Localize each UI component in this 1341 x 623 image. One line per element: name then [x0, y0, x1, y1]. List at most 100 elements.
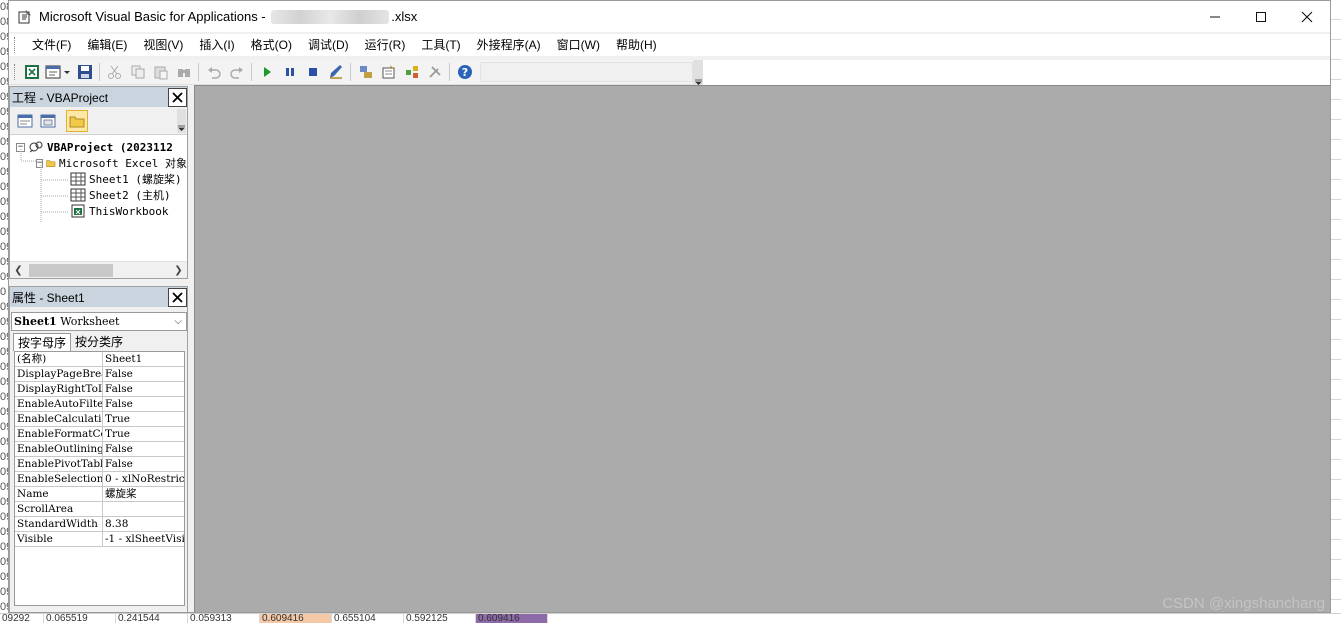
collapse-toggle[interactable]: − — [16, 142, 25, 152]
window-title-suffix: .xlsx — [391, 8, 418, 24]
tree-item-sheet1[interactable]: Sheet1 (螺旋桨) — [10, 171, 187, 187]
property-name: DisplayRightToLeft — [15, 382, 103, 396]
redo-button[interactable] — [225, 61, 248, 83]
property-row[interactable]: EnableCalculationTrue — [15, 412, 184, 427]
property-row[interactable]: EnableAutoFilter False — [15, 397, 184, 412]
object-browser-button[interactable] — [400, 61, 423, 83]
property-row[interactable]: Visible-1 - xlSheetVisible — [15, 532, 184, 547]
object-selector-value: Sheet1 Worksheet — [14, 315, 119, 328]
folder-icon — [69, 116, 85, 127]
property-value[interactable]: True — [103, 427, 184, 441]
property-row[interactable]: EnableSelection0 - xlNoRestrictions — [15, 472, 184, 487]
cut-icon — [107, 65, 121, 79]
property-name: DisplayPageBreaks — [17, 367, 103, 381]
property-value[interactable]: False — [103, 367, 184, 381]
tree-item-sheet2[interactable]: Sheet2 (主机) — [10, 187, 187, 203]
view-excel-button[interactable] — [20, 61, 43, 83]
tree-root-vbaproject[interactable]: − VBAProject (2023112 — [10, 139, 187, 155]
minimize-button[interactable] — [1192, 1, 1238, 32]
property-value[interactable]: True — [103, 412, 184, 426]
toolbox-button[interactable] — [423, 61, 446, 83]
property-row[interactable]: EnableFormatConditionsCalculationTrue — [15, 427, 184, 442]
run-button[interactable] — [255, 61, 278, 83]
property-value[interactable]: False — [103, 382, 184, 396]
property-value[interactable]: 8.38 — [103, 517, 184, 531]
project-panel-close-button[interactable] — [168, 87, 187, 107]
menu-addins[interactable]: 外接程序(A) — [469, 35, 549, 55]
menubar-grip[interactable] — [14, 37, 18, 53]
view-object-button[interactable] — [37, 110, 59, 132]
properties-panel: 属性 - Sheet1 Sheet1 Worksheet ⌵ 按字母序 按分类序… — [9, 286, 188, 612]
menu-run[interactable]: 运行(R) — [357, 35, 414, 55]
menu-edit[interactable]: 编辑(E) — [79, 35, 135, 55]
property-row[interactable]: DisplayRightToLeftFalse — [15, 382, 184, 397]
tree-item-thisworkbook[interactable]: ThisWorkbook — [10, 203, 187, 219]
property-value[interactable]: 螺旋桨 — [103, 487, 184, 501]
object-selector-dropdown[interactable]: Sheet1 Worksheet ⌵ — [11, 312, 187, 331]
maximize-button[interactable] — [1238, 1, 1284, 32]
menu-format[interactable]: 格式(O) — [243, 35, 300, 55]
project-horizontal-scrollbar[interactable]: ❮ ❯ — [10, 261, 187, 278]
scrollbar-thumb[interactable] — [29, 263, 113, 277]
insert-userform-icon — [45, 65, 70, 79]
collapse-toggle[interactable]: − — [36, 158, 44, 168]
menu-debug[interactable]: 调试(D) — [300, 35, 357, 55]
copy-icon — [131, 65, 144, 79]
break-button[interactable] — [278, 61, 301, 83]
properties-panel-header[interactable]: 属性 - Sheet1 — [10, 287, 187, 307]
find-button[interactable] — [172, 61, 195, 83]
property-row[interactable]: StandardWidth 8.38 — [15, 517, 184, 532]
toggle-folders-button[interactable] — [66, 109, 88, 132]
property-value[interactable]: False — [103, 397, 184, 411]
property-value[interactable] — [103, 502, 184, 516]
property-value[interactable]: False — [103, 442, 184, 456]
property-value[interactable]: Sheet1 — [103, 352, 184, 366]
toolbar-grip[interactable] — [14, 64, 18, 80]
tab-alphabetic[interactable]: 按字母序 — [13, 333, 72, 351]
toolbar-options-button[interactable] — [693, 59, 703, 85]
property-row[interactable]: Name 螺旋桨 — [15, 487, 184, 502]
menu-help[interactable]: 帮助(H) — [608, 35, 665, 55]
menu-insert[interactable]: 插入(I) — [191, 35, 242, 55]
property-row[interactable]: EnablePivotTable False — [15, 457, 184, 472]
project-explorer-button[interactable] — [354, 61, 377, 83]
insert-userform-button[interactable] — [43, 61, 73, 83]
property-row[interactable]: EnableOutlining False — [15, 442, 184, 457]
scroll-left-arrow-icon[interactable]: ❮ — [10, 265, 27, 276]
property-name: ScrollArea — [15, 502, 103, 516]
view-code-button[interactable] — [14, 110, 36, 132]
menu-tools[interactable]: 工具(T) — [413, 35, 468, 55]
title-bar[interactable]: Microsoft Visual Basic for Applications … — [9, 1, 1330, 32]
property-row[interactable]: (名称) Sheet1 — [15, 352, 184, 367]
redo-icon — [229, 67, 243, 79]
undo-button[interactable] — [202, 61, 225, 83]
code-workspace[interactable] — [194, 85, 1330, 612]
menu-view[interactable]: 视图(V) — [135, 35, 191, 55]
copy-button[interactable] — [126, 61, 149, 83]
reset-button[interactable] — [301, 61, 324, 83]
paste-button[interactable] — [149, 61, 172, 83]
project-panel-header[interactable]: 工程 - VBAProject — [10, 87, 187, 107]
property-value[interactable]: False — [103, 457, 184, 471]
property-row[interactable]: ScrollArea — [15, 502, 184, 517]
menu-file[interactable]: 文件(F) — [24, 35, 79, 55]
property-value[interactable]: -1 - xlSheetVisible — [103, 532, 184, 546]
scroll-right-arrow-icon[interactable]: ❯ — [170, 265, 187, 276]
close-button[interactable] — [1284, 1, 1330, 32]
save-button[interactable] — [73, 61, 96, 83]
help-button[interactable]: ? — [453, 61, 476, 83]
tab-categorized[interactable]: 按分类序 — [71, 333, 127, 351]
menu-window[interactable]: 窗口(W) — [549, 35, 608, 55]
paste-icon — [154, 66, 167, 80]
property-row[interactable]: DisplayPageBreaksFalse — [15, 367, 184, 382]
scroll-down-arrow-icon[interactable] — [177, 108, 186, 133]
properties-window-button[interactable] — [377, 61, 400, 83]
view-object-icon — [40, 114, 56, 127]
properties-panel-close-button[interactable] — [168, 287, 187, 307]
tree-folder-excel-objects[interactable]: − Microsoft Excel 对象 — [10, 155, 187, 171]
design-mode-button[interactable] — [324, 61, 347, 83]
background-cell: 0.065519 — [44, 614, 116, 623]
background-right-column — [1331, 0, 1341, 613]
cut-button[interactable] — [103, 61, 126, 83]
property-value[interactable]: 0 - xlNoRestrictions — [103, 472, 184, 486]
